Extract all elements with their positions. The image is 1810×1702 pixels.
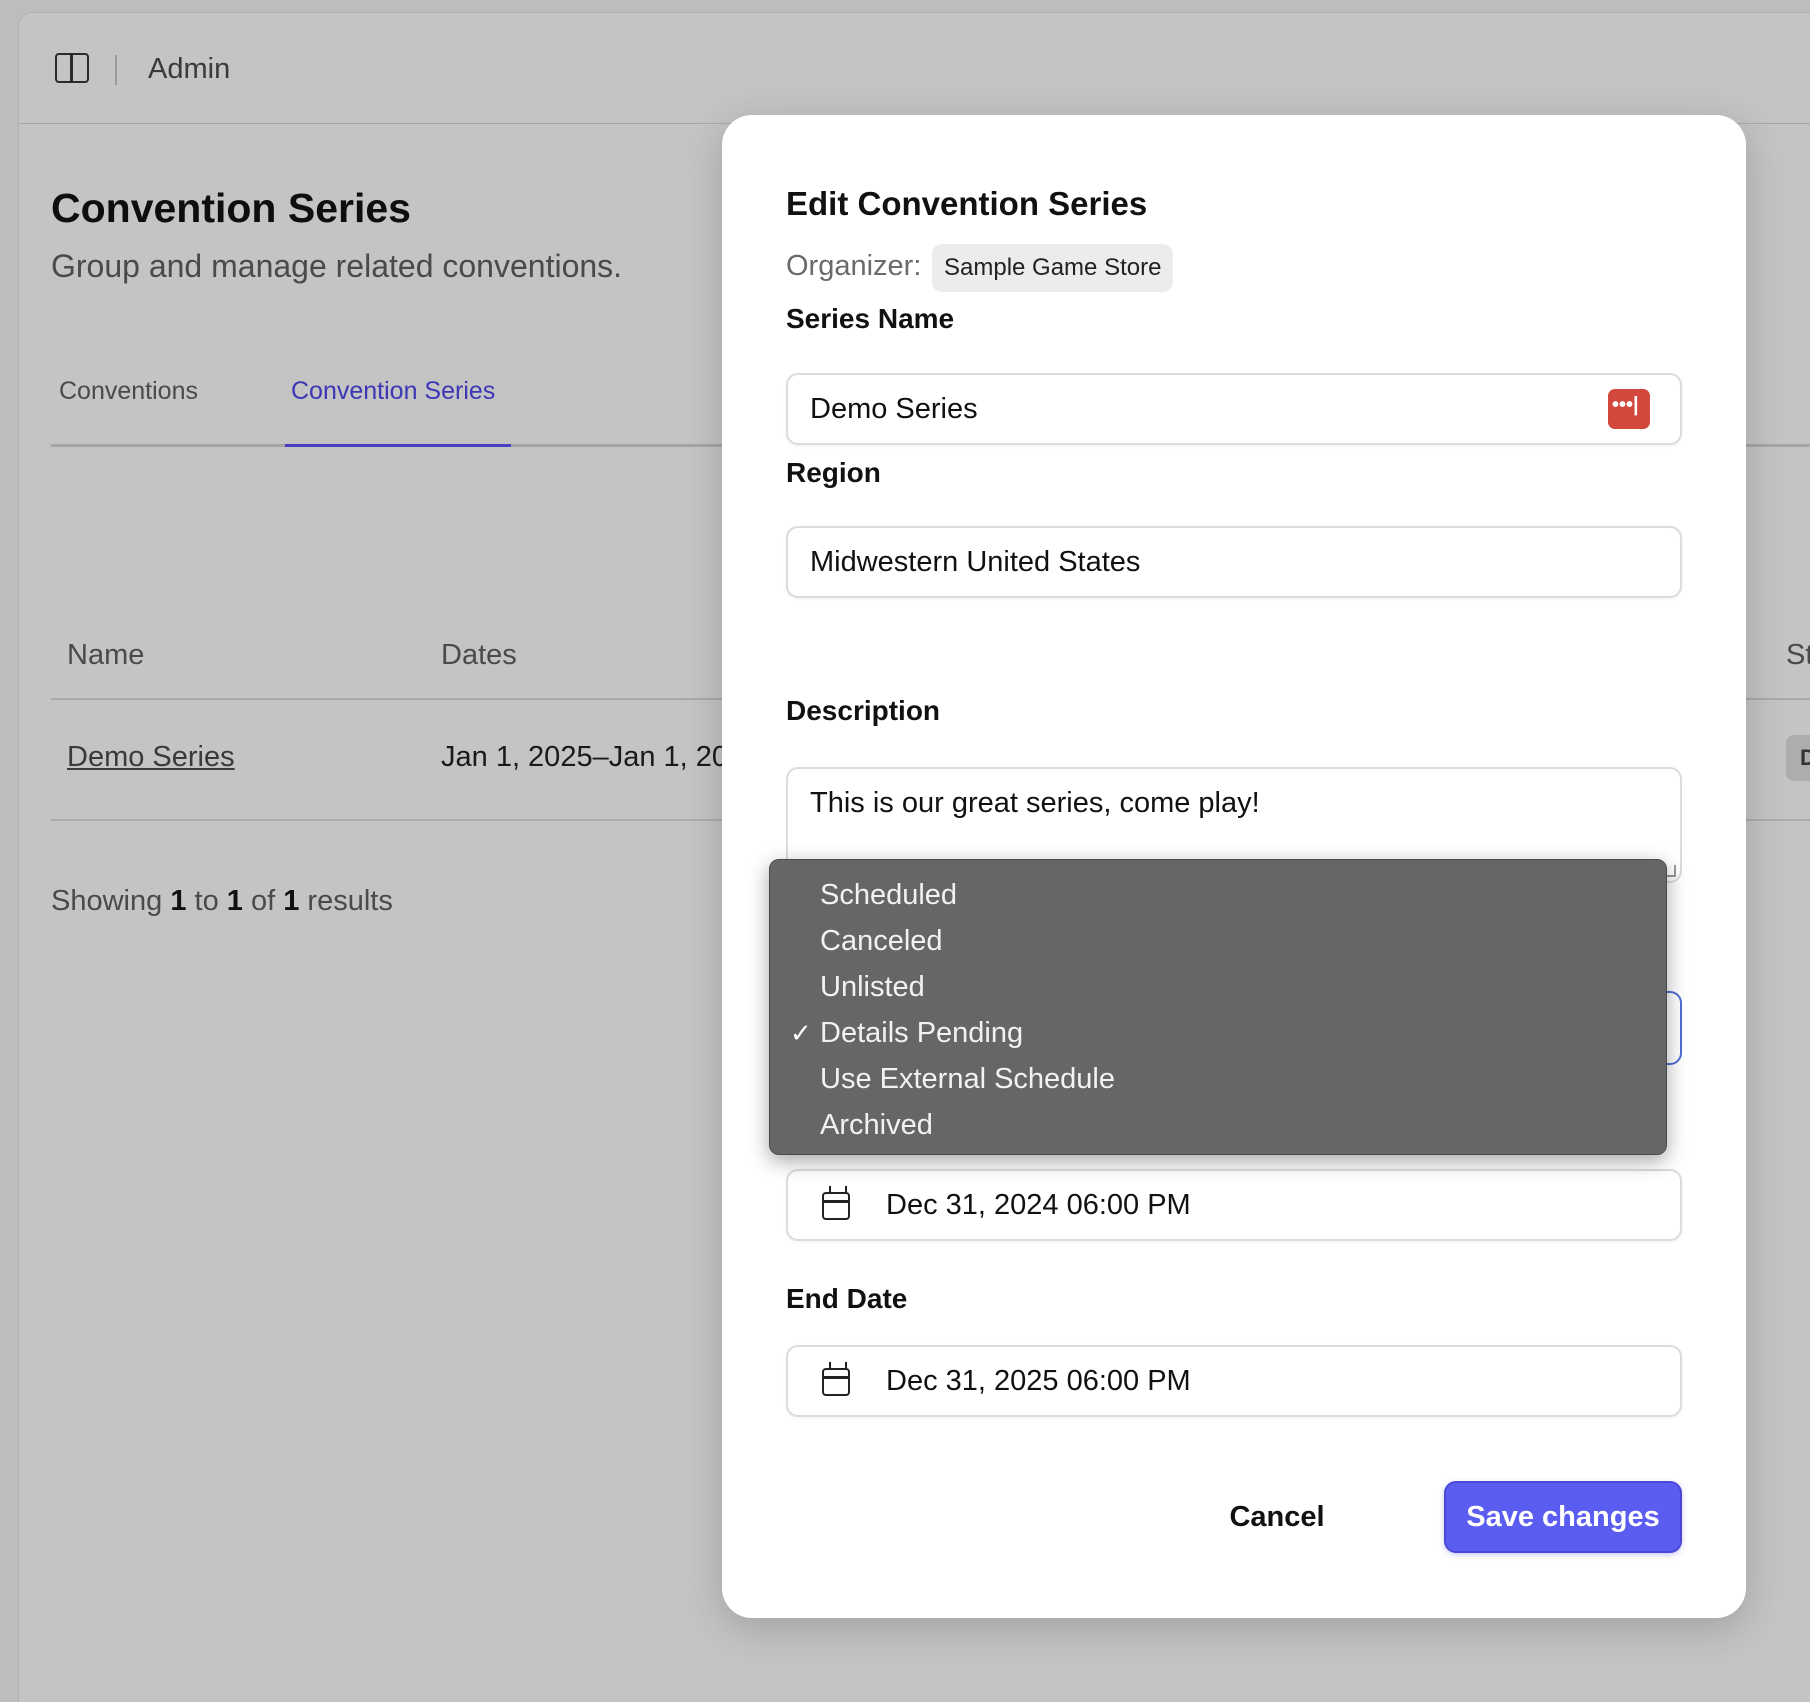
region-label: Region — [786, 457, 881, 488]
status-option-use-external-schedule[interactable]: Use External Schedule — [770, 1056, 1666, 1102]
results-to: 1 — [226, 885, 243, 917]
results-prefix: Showing — [51, 885, 163, 917]
start-date-value: Dec 31, 2024 06:00 PM — [886, 1189, 1191, 1221]
tab-conventions[interactable]: Conventions — [59, 377, 198, 406]
status-option-details-pending[interactable]: ✓ Details Pending — [770, 1010, 1666, 1056]
series-name-label: Series Name — [786, 303, 955, 334]
option-label: Scheduled — [820, 879, 958, 911]
sidebar-toggle-icon[interactable] — [55, 53, 89, 83]
status-option-unlisted[interactable]: Unlisted — [770, 964, 1666, 1010]
dialog-title: Edit Convention Series — [786, 185, 1148, 222]
series-name-value: Demo Series — [810, 393, 978, 425]
topbar-divider — [115, 55, 117, 85]
option-label: Use External Schedule — [820, 1063, 1115, 1095]
results-total: 1 — [283, 885, 300, 917]
organizer-badge: Sample Game Store — [932, 244, 1174, 292]
end-date-label: End Date — [786, 1283, 908, 1314]
region-value: Midwestern United States — [810, 546, 1141, 578]
option-label: Canceled — [820, 925, 943, 957]
cancel-button[interactable]: Cancel — [1202, 1481, 1352, 1553]
save-changes-button[interactable]: Save changes — [1444, 1481, 1682, 1553]
start-date-input[interactable]: Dec 31, 2024 06:00 PM — [786, 1169, 1682, 1241]
tab-convention-series[interactable]: Convention Series — [291, 377, 495, 406]
calendar-icon — [822, 1362, 850, 1396]
column-header-dates[interactable]: Dates — [441, 639, 517, 672]
results-to-word: to — [194, 885, 219, 917]
table-row-name-link[interactable]: Demo Series — [67, 741, 235, 774]
end-date-value: Dec 31, 2025 06:00 PM — [886, 1365, 1191, 1397]
end-date-input[interactable]: Dec 31, 2025 06:00 PM — [786, 1345, 1682, 1417]
status-badge: DE — [1786, 735, 1810, 781]
status-dropdown-menu: Scheduled Canceled Unlisted ✓ Details Pen… — [769, 859, 1667, 1155]
active-tab-indicator — [285, 444, 511, 447]
series-name-input[interactable]: Demo Series — [786, 373, 1682, 445]
status-option-canceled[interactable]: Canceled — [770, 918, 1666, 964]
option-label: Details Pending — [820, 1017, 1024, 1049]
password-manager-icon[interactable] — [1608, 389, 1650, 429]
calendar-icon — [822, 1186, 850, 1220]
option-label: Archived — [820, 1109, 933, 1141]
results-suffix: results — [307, 885, 393, 917]
region-input[interactable]: Midwestern United States — [786, 526, 1682, 598]
page-title: Convention Series — [51, 185, 411, 231]
table-row-dates: Jan 1, 2025–Jan 1, 20 — [441, 741, 729, 773]
top-bar: Admin — [19, 13, 1810, 124]
column-header-name[interactable]: Name — [67, 639, 144, 672]
checkmark-icon: ✓ — [790, 1018, 812, 1048]
results-of-word: of — [250, 885, 276, 917]
status-option-scheduled[interactable]: Scheduled — [770, 872, 1666, 918]
column-header-status[interactable]: Sta — [1786, 639, 1810, 672]
organizer-label: Organizer: — [786, 250, 922, 282]
breadcrumb-admin[interactable]: Admin — [148, 53, 230, 86]
option-label: Unlisted — [820, 971, 925, 1003]
page-subtitle: Group and manage related conventions. — [51, 248, 623, 284]
pagination-summary: Showing 1 to 1 of 1 results — [51, 885, 393, 918]
description-label: Description — [786, 695, 941, 726]
results-from: 1 — [170, 885, 187, 917]
description-value: This is our great series, come play! — [810, 787, 1260, 819]
status-option-archived[interactable]: Archived — [770, 1102, 1666, 1148]
